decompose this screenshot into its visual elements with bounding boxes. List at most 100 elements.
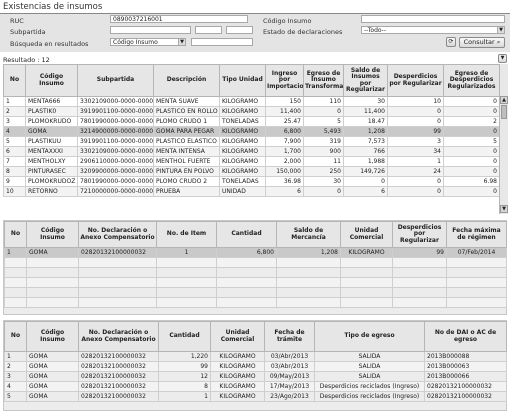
insumos-cell: PLOMO CRUDO 1 bbox=[153, 116, 220, 127]
insumos-cell: 0 bbox=[443, 146, 499, 157]
chevron-down-icon: ▼ bbox=[497, 27, 504, 33]
insumos-header[interactable]: Egreso de Desperdicios Regularizados bbox=[443, 64, 499, 97]
empty-cell bbox=[4, 277, 27, 288]
insumos-cell: 2 bbox=[3, 106, 26, 117]
insumos-cell: 8 bbox=[3, 166, 26, 177]
egresos-cell: KILOGRAMO bbox=[210, 371, 265, 382]
egresos-header[interactable]: No. Declaración o Anexo Compensatorio bbox=[78, 321, 159, 352]
detalle-cell: KILOGRAMO bbox=[340, 247, 393, 258]
egresos-row[interactable]: 4 GOMA 02820132100000032 8 KILOGRAMO 17/May/2… bbox=[4, 381, 507, 392]
empty-cell bbox=[216, 257, 277, 268]
insumos-row[interactable]: 2 PLASTIK0 3919901100-0000-0000 PLASTICO EN… bbox=[3, 106, 499, 117]
insumos-cell: UNIDAD bbox=[219, 186, 266, 197]
detalle-header[interactable]: Saldo de Mercancía bbox=[276, 221, 341, 248]
ruc-field[interactable]: 0890037216001 bbox=[110, 15, 248, 23]
empty-cell bbox=[340, 297, 393, 308]
egresos-header[interactable]: Cantidad bbox=[158, 321, 211, 352]
egresos-header[interactable]: No bbox=[4, 321, 27, 352]
egresos-row[interactable]: 3 GOMA 02820132100000032 12 KILOGRAMO 09/May/… bbox=[4, 371, 507, 382]
egresos-header[interactable]: Tipo de egreso bbox=[314, 321, 425, 352]
insumos-cell: MENTA666 bbox=[25, 96, 78, 107]
egresos-row[interactable]: 5 GOMA 02820132100000032 1 KILOGRAMO 23/Ago/2… bbox=[4, 391, 507, 402]
insumos-cell: 30 bbox=[303, 176, 344, 187]
insumos-row[interactable]: 5 PLASTIKUU 3919901100-0000-0000 PLASTICO E… bbox=[3, 136, 499, 147]
consultar-button[interactable]: Consultar ⌕ bbox=[459, 37, 505, 48]
refresh-button[interactable]: ⟳ bbox=[446, 37, 456, 47]
insumos-cell: 7 bbox=[3, 156, 26, 167]
insumos-header[interactable]: Desperdicios por Regularizar bbox=[387, 64, 444, 97]
estado-select[interactable]: --Todo-- ▼ bbox=[361, 26, 505, 34]
egresos-header[interactable]: Fecha de trámite bbox=[264, 321, 315, 352]
egresos-header[interactable]: Código Insumo bbox=[26, 321, 79, 352]
empty-row bbox=[4, 277, 507, 288]
insumos-cell: 3302109000-0000-0000 bbox=[77, 96, 154, 107]
insumos-cell: KILOGRAMO bbox=[219, 96, 266, 107]
insumos-header[interactable]: Subpartida bbox=[77, 64, 154, 97]
scroll-thumb[interactable] bbox=[501, 105, 507, 119]
insumos-header[interactable]: Saldo de Insumos por Regularizar bbox=[343, 64, 388, 97]
scroll-up-icon[interactable]: ▲ bbox=[500, 96, 508, 104]
detalle-header[interactable]: Desperdicios por Regularizar bbox=[392, 221, 447, 248]
insumos-row[interactable]: 9 PLOMOKRUDOZ 7801990000-0000-0000 PLOMO CR… bbox=[3, 176, 499, 187]
insumos-row[interactable]: 7 MENTHOLXY 2906110000-0000-0000 MENTHOL FU… bbox=[3, 156, 499, 167]
insumos-header[interactable]: Ingreso por Importaciones bbox=[265, 64, 304, 97]
egresos-cell: 03/Abr/2013 bbox=[264, 351, 315, 362]
insumos-cell: 5,493 bbox=[303, 126, 344, 137]
insumos-header[interactable]: Tipo Unidad bbox=[219, 64, 266, 97]
insumos-cell: 3 bbox=[3, 116, 26, 127]
egresos-grid: No Código Insumo No. Declaración o Anexo C… bbox=[3, 320, 507, 411]
insumos-header[interactable]: Código Insumo bbox=[25, 64, 78, 97]
insumos-scrollbar[interactable]: ▲ ▼ bbox=[499, 64, 508, 214]
codigo-insumo-field[interactable] bbox=[361, 15, 505, 23]
insumos-row[interactable]: 6 MENTAXXXI 3302109000-0000-0000 MENTA INTE… bbox=[3, 146, 499, 157]
insumos-header[interactable]: Descripción bbox=[153, 64, 220, 97]
egresos-header[interactable]: No de DAI o AC de egreso bbox=[424, 321, 507, 352]
insumos-header[interactable]: Egreso de Insumo Transformado bbox=[303, 64, 344, 97]
egresos-row[interactable]: 1 GOMA 02820132100000032 1,220 KILOGRAMO 03/A… bbox=[4, 351, 507, 362]
busqueda-select[interactable]: Código Insumo ▼ bbox=[110, 38, 186, 46]
collapse-button[interactable]: ▼ bbox=[498, 54, 507, 63]
insumos-row[interactable]: 8 PINTURASEC 3209900000-0000-0000 PINTURA E… bbox=[3, 166, 499, 177]
detalle-header[interactable]: Unidad Comercial bbox=[340, 221, 393, 248]
insumos-row[interactable]: 4 GOMA 3214900000-0000-0000 GOMA PARA PEGAR… bbox=[3, 126, 499, 137]
detalle-cell: 1 bbox=[156, 247, 217, 258]
insumos-row[interactable]: 1 MENTA666 3302109000-0000-0000 MENTA SUAVE… bbox=[3, 96, 499, 107]
egresos-header[interactable]: Unidad Comercial bbox=[210, 321, 265, 352]
egresos-cell: 1,220 bbox=[158, 351, 211, 362]
insumos-row[interactable]: 3 PLOMOKRUDO 7801990000-0000-0000 PLOMO CRU… bbox=[3, 116, 499, 127]
empty-cell bbox=[216, 267, 277, 278]
subpartida-field-3[interactable] bbox=[226, 26, 253, 34]
detalle-header[interactable]: No. de Item bbox=[156, 221, 217, 248]
subpartida-field-1[interactable] bbox=[110, 26, 191, 34]
detalle-header[interactable]: Cantidad bbox=[216, 221, 277, 248]
insumos-cell: 250 bbox=[303, 166, 344, 177]
empty-cell bbox=[392, 277, 447, 288]
scroll-down-icon[interactable]: ▼ bbox=[500, 205, 508, 213]
consultar-label: Consultar bbox=[463, 38, 495, 46]
detalle-row[interactable]: 1 GOMA 02820132100000032 1 6,800 1,208 KILOGRA… bbox=[4, 247, 507, 258]
detalle-header[interactable]: No bbox=[4, 221, 27, 248]
egresos-row[interactable]: 2 GOMA 02820132100000032 99 KILOGRAMO 03/Abr/… bbox=[4, 361, 507, 372]
insumos-cell: 2,000 bbox=[265, 156, 304, 167]
insumos-row[interactable]: 10 RETORNO 7210000000-0000-0000 PRUEBA UNIDA… bbox=[3, 186, 499, 197]
search-icon: ⌕ bbox=[496, 38, 501, 46]
subpartida-field-2[interactable] bbox=[195, 26, 222, 34]
empty-cell bbox=[392, 257, 447, 268]
detalle-cell: GOMA bbox=[26, 247, 79, 258]
insumos-cell: GOMA PARA PEGAR bbox=[153, 126, 220, 137]
empty-row bbox=[4, 267, 507, 278]
egresos-cell: 2013B000063 bbox=[424, 361, 507, 372]
empty-cell bbox=[216, 277, 277, 288]
insumos-cell: 0 bbox=[443, 126, 499, 137]
insumos-cell: 2906110000-0000-0000 bbox=[77, 156, 154, 167]
detalle-header[interactable]: No. Declaración o Anexo Compensatorio bbox=[78, 221, 157, 248]
insumos-header[interactable]: No bbox=[3, 64, 26, 97]
egresos-cell: 5 bbox=[4, 391, 27, 402]
busqueda-input[interactable] bbox=[191, 38, 253, 46]
detalle-cell: 1 bbox=[4, 247, 27, 258]
detalle-header[interactable]: Código Insumo bbox=[26, 221, 79, 248]
detalle-grid: No Código Insumo No. Declaración o Anexo C… bbox=[3, 220, 507, 315]
empty-cell bbox=[4, 267, 27, 278]
detalle-header[interactable]: Fecha máxima de régimen bbox=[446, 221, 507, 248]
egresos-cell: GOMA bbox=[26, 361, 79, 372]
